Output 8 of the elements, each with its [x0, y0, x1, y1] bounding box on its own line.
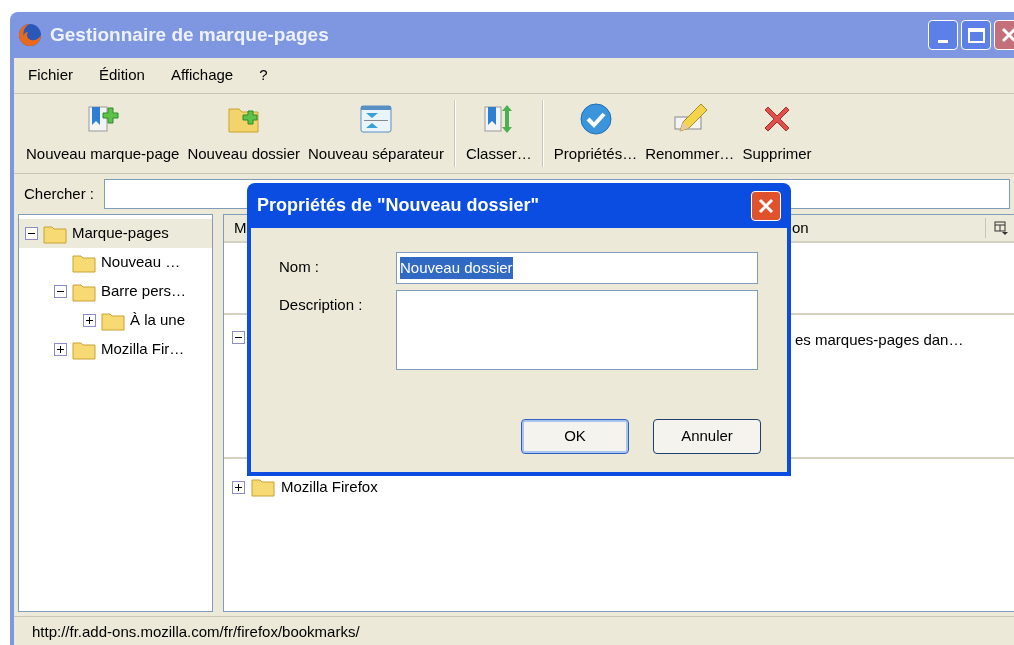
field-label: Description :	[279, 295, 364, 315]
field-label: Nom :	[279, 257, 320, 277]
list-item-description: es marques-pages dan…	[795, 330, 964, 350]
dialog-title: Propriétés de "Nouveau dossier"	[257, 194, 541, 217]
search-label: Chercher :	[24, 183, 95, 204]
window-title: Gestionnaire de marque-pages	[50, 22, 330, 47]
list-item-name: Mozilla Firefox	[281, 476, 378, 497]
status-text: http://fr.add-ons.mozilla.com/fr/firefox/bookmarks/	[31, 622, 360, 643]
